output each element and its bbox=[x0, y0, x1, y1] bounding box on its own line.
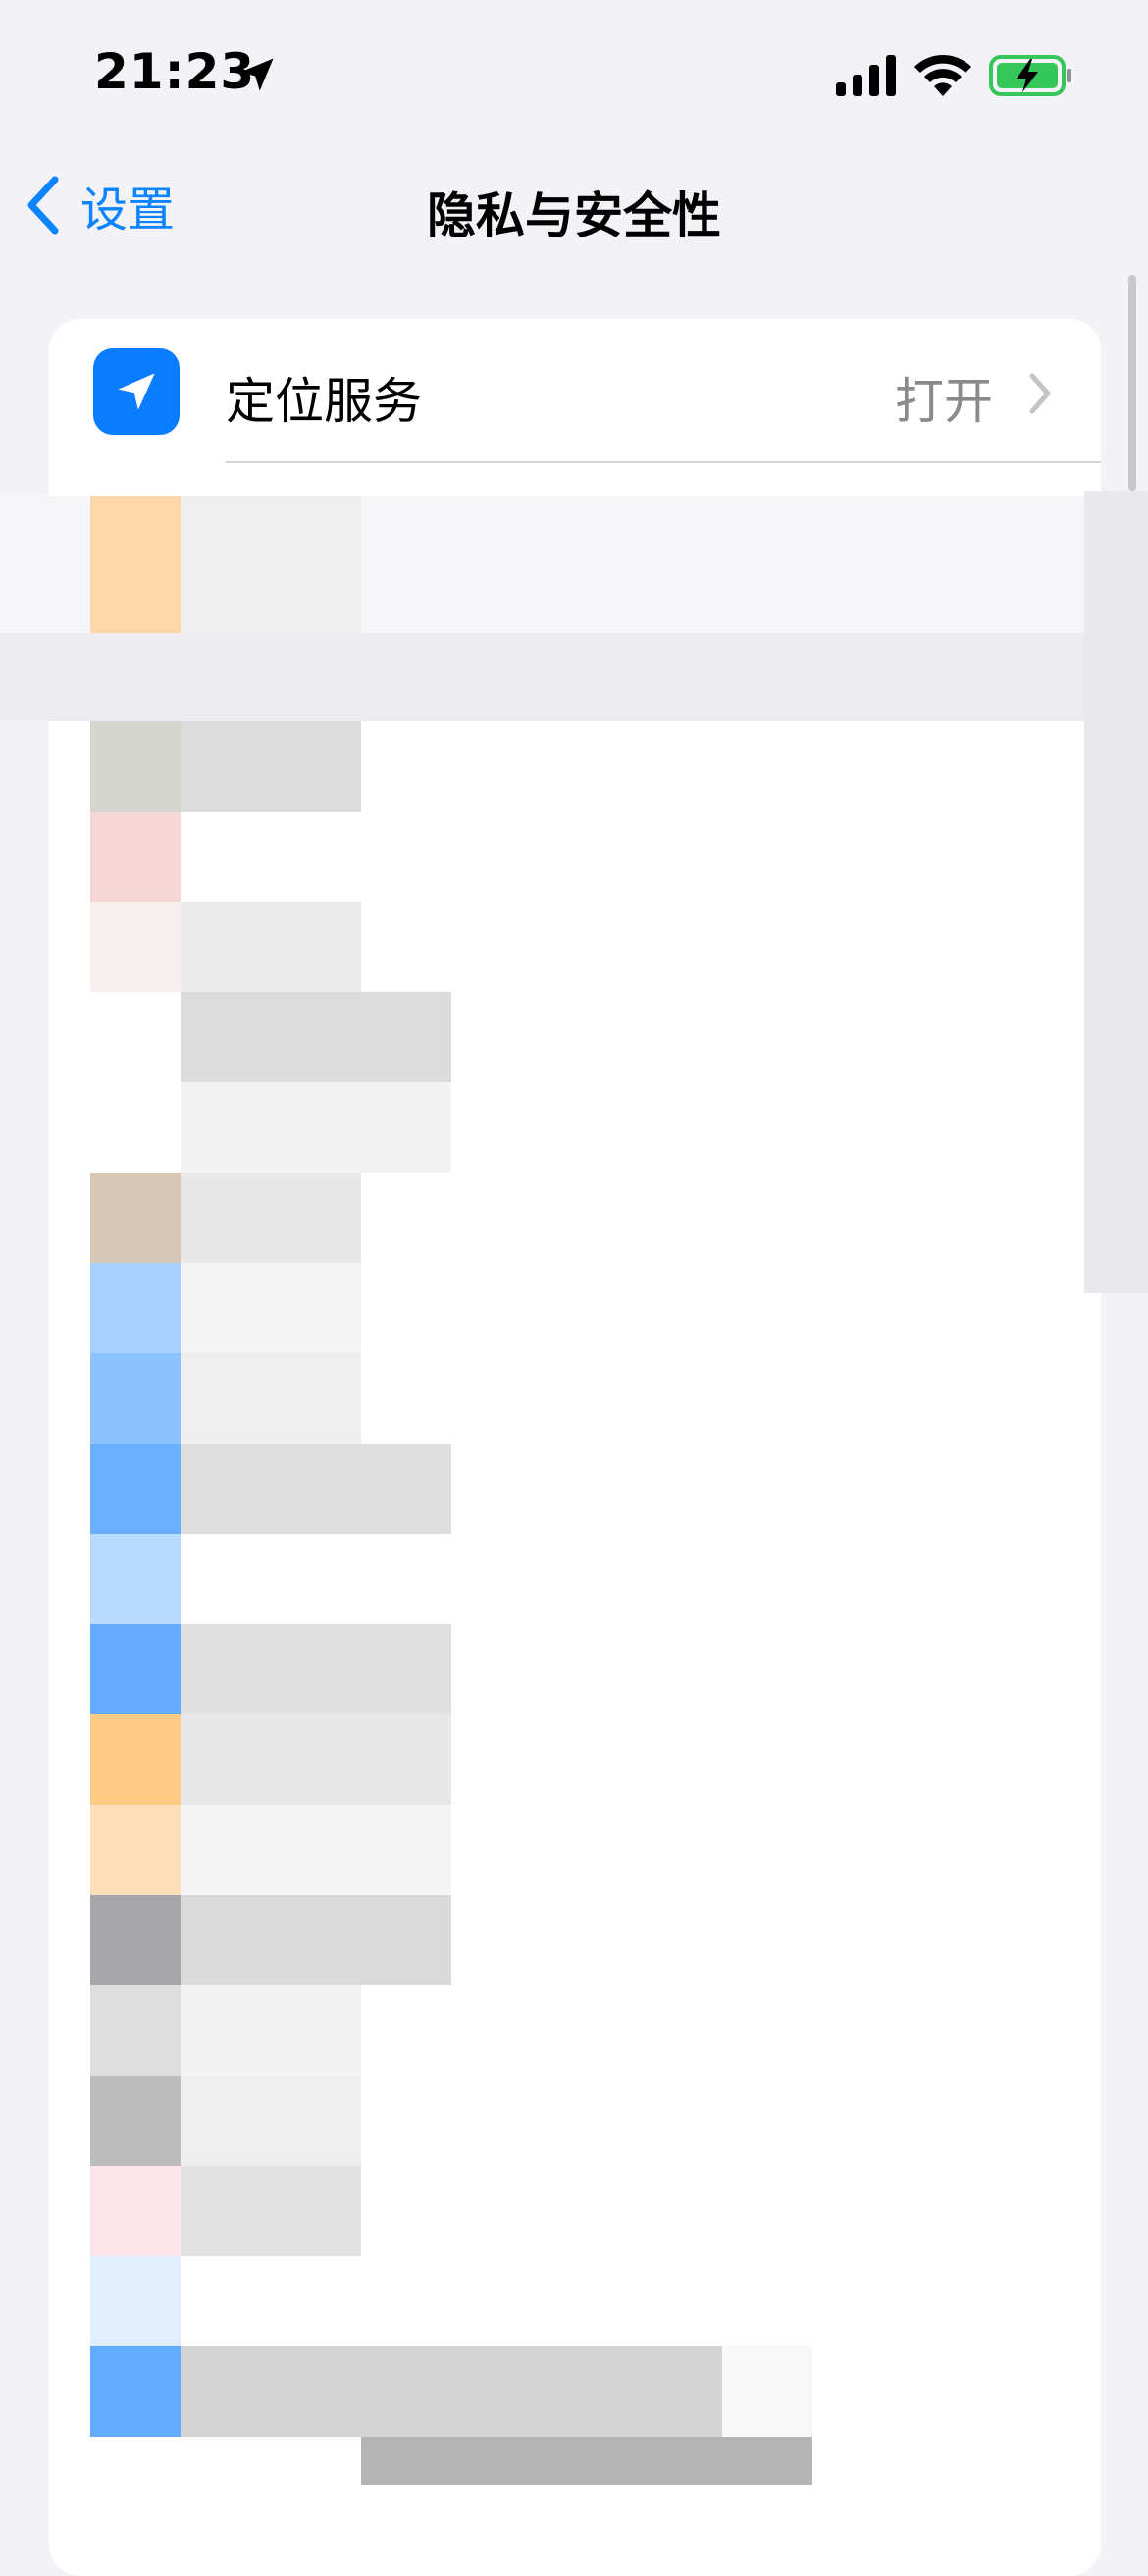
pixel-block bbox=[181, 1353, 361, 1444]
location-arrow-icon bbox=[118, 373, 155, 410]
scroll-indicator bbox=[1128, 275, 1136, 491]
pixel-block bbox=[90, 1353, 181, 1444]
pixel-block bbox=[90, 1263, 181, 1353]
pixel-block bbox=[181, 1263, 361, 1353]
pixel-block bbox=[181, 1444, 451, 1534]
pixel-block bbox=[90, 1534, 181, 1624]
pixel-block bbox=[181, 992, 451, 1082]
row-location-services[interactable]: 定位服务 打开 bbox=[49, 319, 1101, 463]
cellular-signal-icon bbox=[836, 55, 896, 96]
pixel-block bbox=[181, 1805, 451, 1895]
chevron-right-icon bbox=[1029, 373, 1051, 414]
page-title: 隐私与安全性 bbox=[427, 187, 721, 244]
location-arrow-icon bbox=[240, 58, 274, 91]
pixel-block bbox=[90, 902, 181, 992]
pixelated-content bbox=[0, 461, 1148, 2485]
pixel-block bbox=[181, 2076, 361, 2166]
pixel-block bbox=[0, 633, 1084, 721]
pixel-block bbox=[90, 1624, 181, 1714]
pixel-block bbox=[181, 2166, 361, 2256]
pixel-block bbox=[90, 1714, 181, 1805]
pixel-block bbox=[181, 1714, 451, 1805]
pixel-block bbox=[181, 496, 361, 633]
row-label: 定位服务 bbox=[226, 373, 422, 430]
pixel-block bbox=[1084, 491, 1148, 1293]
pixel-block bbox=[90, 1444, 181, 1534]
pixel-block bbox=[181, 1082, 451, 1173]
navigation-bar: 设置 隐私与安全性 bbox=[0, 157, 1148, 255]
pixel-block bbox=[90, 496, 181, 633]
pixel-block bbox=[90, 2076, 181, 2166]
pixel-block bbox=[181, 1624, 451, 1714]
pixel-block bbox=[90, 2346, 181, 2437]
pixel-block bbox=[90, 1805, 181, 1895]
pixel-block bbox=[90, 2437, 181, 2485]
pixel-block bbox=[90, 2256, 181, 2346]
pixel-block bbox=[181, 1173, 361, 1263]
status-bar: 21:23 bbox=[0, 0, 1148, 147]
location-services-icon bbox=[93, 348, 180, 435]
pixel-block bbox=[181, 902, 361, 992]
pixel-block bbox=[90, 721, 181, 812]
pixel-block bbox=[181, 721, 361, 812]
pixel-block bbox=[90, 812, 181, 902]
pixel-block bbox=[90, 1173, 181, 1263]
pixel-block bbox=[90, 1895, 181, 1985]
pixel-block bbox=[181, 2346, 722, 2437]
pixel-block bbox=[181, 1985, 361, 2076]
pixel-block bbox=[722, 2346, 812, 2437]
row-value: 打开 bbox=[895, 373, 993, 430]
wifi-icon bbox=[914, 54, 971, 96]
status-time: 21:23 bbox=[94, 43, 256, 100]
pixel-block bbox=[181, 1895, 451, 1985]
pixel-block bbox=[90, 1985, 181, 2076]
pixel-block bbox=[90, 2166, 181, 2256]
battery-charging-icon bbox=[989, 55, 1071, 96]
pixel-block bbox=[361, 2437, 812, 2485]
